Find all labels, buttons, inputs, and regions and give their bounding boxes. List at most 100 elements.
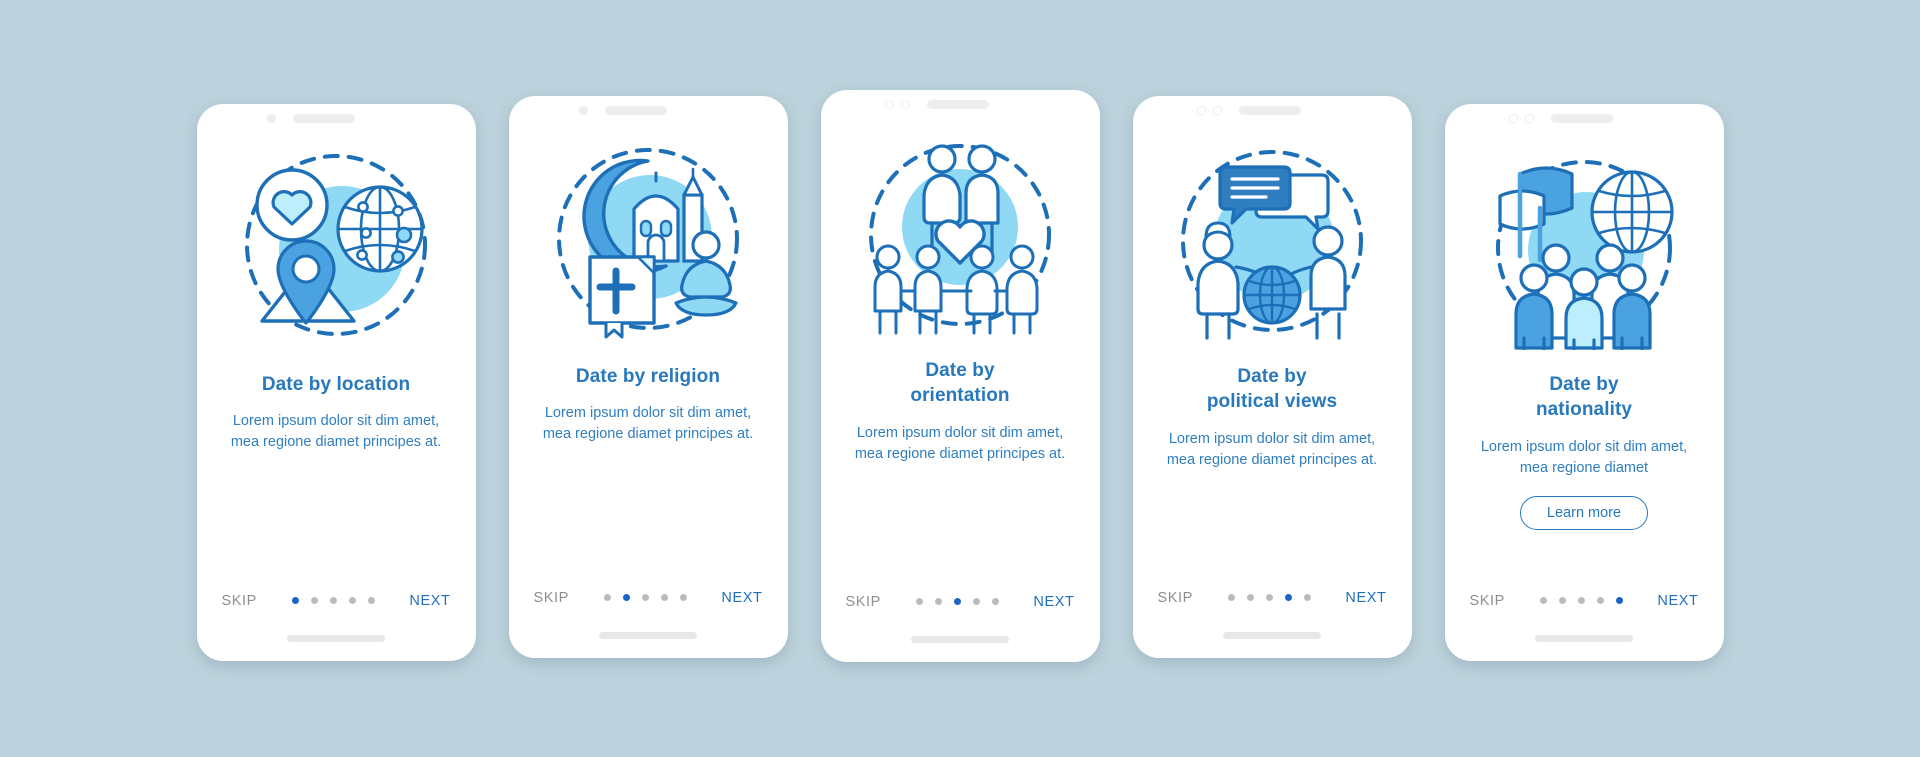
status-sensor-dot-icon bbox=[900, 100, 910, 109]
text-block: Date by orientation Lorem ipsum dolor si… bbox=[839, 352, 1082, 594]
next-button[interactable]: NEXT bbox=[1657, 593, 1698, 609]
step-indicator-dots bbox=[291, 597, 375, 604]
onboarding-card-orientation: Date by orientation Lorem ipsum dolor si… bbox=[820, 89, 1100, 662]
status-bar bbox=[1463, 104, 1706, 134]
illustration-nationality bbox=[1463, 134, 1706, 366]
status-bar bbox=[839, 90, 1082, 120]
status-camera-dot-icon bbox=[884, 100, 894, 109]
next-button[interactable]: NEXT bbox=[1033, 594, 1074, 610]
illustration-political-views bbox=[1151, 126, 1394, 358]
step-indicator-dots bbox=[915, 598, 999, 605]
learn-more-button[interactable]: Learn more bbox=[1519, 495, 1649, 530]
step-dot-5[interactable] bbox=[1615, 597, 1623, 604]
bottom-nav: SKIP NEXT bbox=[839, 594, 1082, 610]
text-block: Date by political views Lorem ipsum dolo… bbox=[1151, 358, 1394, 590]
onboarding-card-nationality: Date by nationality Lorem ipsum dolor si… bbox=[1444, 103, 1724, 661]
onboarding-card-political-views: Date by political views Lorem ipsum dolo… bbox=[1132, 95, 1412, 658]
card-title: Date by religion bbox=[575, 365, 721, 387]
status-camera-dot-icon bbox=[1508, 114, 1518, 123]
next-button[interactable]: NEXT bbox=[721, 590, 762, 606]
next-button[interactable]: NEXT bbox=[409, 593, 450, 609]
step-dot-4[interactable] bbox=[1596, 597, 1604, 604]
status-bar bbox=[1151, 96, 1394, 126]
step-dot-1[interactable] bbox=[603, 594, 611, 601]
step-dot-3[interactable] bbox=[953, 598, 961, 605]
step-dot-3[interactable] bbox=[1577, 597, 1585, 604]
step-dot-2[interactable] bbox=[622, 594, 630, 601]
card-body-text: Lorem ipsum dolor sit dim amet, mea regi… bbox=[230, 413, 442, 451]
home-indicator[interactable] bbox=[911, 636, 1009, 643]
location-heart-globe-icon bbox=[245, 153, 427, 336]
status-sensor-dot-icon bbox=[1212, 106, 1222, 115]
home-indicator[interactable] bbox=[599, 632, 697, 639]
skip-button[interactable]: SKIP bbox=[1470, 593, 1505, 609]
step-indicator-dots bbox=[1539, 597, 1623, 604]
political-views-debate-globe-icon bbox=[1181, 149, 1363, 340]
card-body-text: Lorem ipsum dolor sit dim amet, mea regi… bbox=[854, 424, 1066, 462]
card-title: Date by nationality bbox=[1535, 373, 1633, 421]
step-dot-2[interactable] bbox=[1558, 597, 1566, 604]
step-dot-1[interactable] bbox=[915, 598, 923, 605]
step-dot-3[interactable] bbox=[641, 594, 649, 601]
status-sensor-dot-icon bbox=[1524, 114, 1534, 123]
onboarding-card-location: Date by location Lorem ipsum dolor sit d… bbox=[196, 103, 476, 661]
card-title: Date by orientation bbox=[910, 359, 1010, 407]
status-speaker-pill-icon bbox=[1238, 106, 1301, 115]
home-indicator[interactable] bbox=[1535, 635, 1633, 642]
status-speaker-pill-icon bbox=[926, 100, 989, 109]
step-dot-5[interactable] bbox=[1303, 594, 1311, 601]
step-dot-4[interactable] bbox=[972, 598, 980, 605]
bottom-nav: SKIP NEXT bbox=[215, 593, 458, 609]
onboarding-screens: Date by location Lorem ipsum dolor sit d… bbox=[196, 89, 1724, 662]
skip-button[interactable]: SKIP bbox=[534, 590, 569, 606]
step-indicator-dots bbox=[603, 594, 687, 601]
bottom-nav: SKIP NEXT bbox=[527, 590, 770, 606]
step-dot-1[interactable] bbox=[1227, 594, 1235, 601]
skip-button[interactable]: SKIP bbox=[1158, 590, 1193, 606]
nationality-flag-globe-people-icon bbox=[1496, 159, 1674, 350]
home-indicator-area bbox=[527, 614, 770, 658]
status-bar bbox=[527, 96, 770, 126]
skip-button[interactable]: SKIP bbox=[222, 593, 257, 609]
home-indicator[interactable] bbox=[287, 635, 385, 642]
card-title: Date by political views bbox=[1206, 365, 1338, 413]
step-dot-3[interactable] bbox=[1265, 594, 1273, 601]
step-dot-2[interactable] bbox=[310, 597, 318, 604]
card-body-text: Lorem ipsum dolor sit dim amet, mea regi… bbox=[542, 405, 754, 443]
home-indicator-area bbox=[215, 617, 458, 661]
religion-mosque-bible-meditation-icon bbox=[557, 147, 739, 338]
step-dot-1[interactable] bbox=[1539, 597, 1547, 604]
step-dot-4[interactable] bbox=[1284, 594, 1292, 601]
step-dot-5[interactable] bbox=[991, 598, 999, 605]
next-button[interactable]: NEXT bbox=[1345, 590, 1386, 606]
status-speaker-pill-icon bbox=[292, 114, 355, 123]
illustration-orientation bbox=[839, 120, 1082, 352]
step-dot-3[interactable] bbox=[329, 597, 337, 604]
status-bar bbox=[215, 104, 458, 134]
step-dot-1[interactable] bbox=[291, 597, 299, 604]
step-dot-5[interactable] bbox=[367, 597, 375, 604]
home-indicator-area bbox=[839, 618, 1082, 662]
skip-button[interactable]: SKIP bbox=[846, 594, 881, 610]
text-block: Date by location Lorem ipsum dolor sit d… bbox=[215, 366, 458, 593]
home-indicator[interactable] bbox=[1223, 632, 1321, 639]
card-title: Date by location bbox=[261, 373, 411, 395]
step-dot-5[interactable] bbox=[679, 594, 687, 601]
step-dot-4[interactable] bbox=[348, 597, 356, 604]
step-dot-4[interactable] bbox=[660, 594, 668, 601]
step-indicator-dots bbox=[1227, 594, 1311, 601]
home-indicator-area bbox=[1463, 617, 1706, 661]
orientation-couples-heart-icon bbox=[869, 143, 1051, 334]
step-dot-2[interactable] bbox=[1246, 594, 1254, 601]
text-block: Date by nationality Lorem ipsum dolor si… bbox=[1463, 366, 1706, 593]
card-body-text: Lorem ipsum dolor sit dim amet, mea regi… bbox=[1166, 430, 1378, 468]
text-block: Date by religion Lorem ipsum dolor sit d… bbox=[527, 358, 770, 590]
status-speaker-pill-icon bbox=[604, 106, 667, 115]
step-dot-2[interactable] bbox=[934, 598, 942, 605]
illustration-location bbox=[215, 134, 458, 366]
status-camera-dot-icon bbox=[1196, 106, 1206, 115]
bottom-nav: SKIP NEXT bbox=[1151, 590, 1394, 606]
home-indicator-area bbox=[1151, 614, 1394, 658]
onboarding-card-religion: Date by religion Lorem ipsum dolor sit d… bbox=[508, 95, 788, 658]
status-speaker-pill-icon bbox=[1550, 114, 1613, 123]
